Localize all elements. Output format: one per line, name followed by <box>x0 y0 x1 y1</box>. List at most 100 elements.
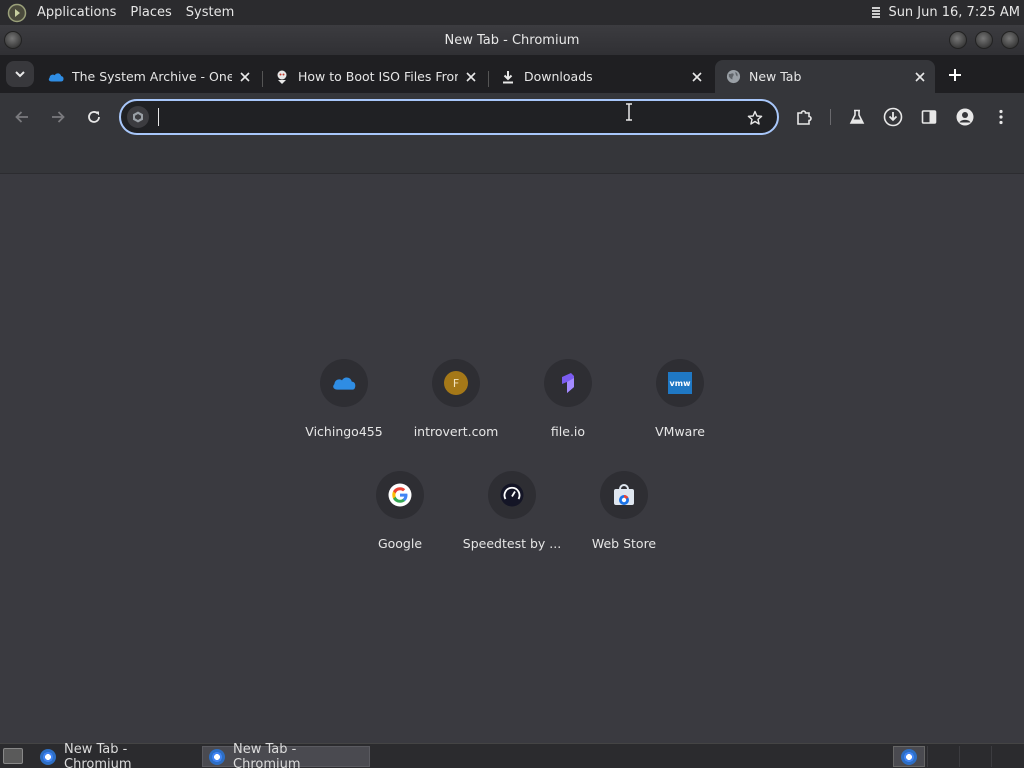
fileio-icon <box>544 359 592 407</box>
show-desktop-icon[interactable] <box>3 748 23 764</box>
clock[interactable]: Sun Jun 16, 7:25 AM <box>888 5 1020 20</box>
flask-icon <box>849 109 865 124</box>
network-icon[interactable] <box>872 6 881 19</box>
arrow-right-icon <box>52 111 65 123</box>
shortcut-label: file.io <box>550 424 586 439</box>
tab-downloads[interactable]: Downloads <box>492 60 712 93</box>
shortcut-label: Vichingo455 <box>305 424 383 439</box>
tab-separator <box>262 71 263 87</box>
text-cursor-icon <box>626 103 632 121</box>
new-tab-page: Vichingo455 F introvert.com file.io vmw … <box>0 175 1024 743</box>
download-icon <box>500 69 516 85</box>
tab-title: The System Archive - OneDrive <box>72 69 232 84</box>
chromium-icon <box>209 748 225 765</box>
menu-system[interactable]: System <box>179 0 241 25</box>
avatar-icon <box>956 108 974 126</box>
downloads-button[interactable] <box>881 105 905 129</box>
vmware-badge: vmw <box>668 372 692 394</box>
shortcut-label: VMware <box>655 424 705 439</box>
speedtest-icon <box>488 471 536 519</box>
new-tab-button[interactable] <box>944 64 966 86</box>
kebab-menu-icon <box>999 109 1003 125</box>
chevron-down-icon <box>15 71 25 78</box>
close-window-button[interactable] <box>1001 31 1019 49</box>
menu-button[interactable] <box>989 105 1013 129</box>
shortcut-tile-google[interactable]: Google <box>344 471 456 571</box>
bookmark-star-icon[interactable] <box>745 108 765 128</box>
google-icon <box>376 471 424 519</box>
labs-button[interactable] <box>845 105 869 129</box>
taskbar-item-chromium-2[interactable]: New Tab - Chromium <box>202 742 370 768</box>
tab-search-button[interactable] <box>6 61 34 87</box>
shortcut-label: Speedtest by ... <box>462 536 562 551</box>
download-circle-icon <box>883 107 903 127</box>
profile-button[interactable] <box>953 105 977 129</box>
shortcut-label: introvert.com <box>413 424 499 439</box>
workspace-slot[interactable] <box>959 746 991 767</box>
minimize-button[interactable] <box>949 31 967 49</box>
close-icon[interactable] <box>911 68 929 86</box>
chromium-icon <box>40 748 56 765</box>
distro-logo-icon[interactable] <box>6 2 28 24</box>
menu-places[interactable]: Places <box>123 0 178 25</box>
shortcut-label: Google <box>377 536 423 551</box>
plus-icon <box>949 69 961 81</box>
site-info-icon[interactable] <box>127 106 149 128</box>
reload-icon <box>88 111 100 123</box>
vmware-icon: vmw <box>656 359 704 407</box>
shortcut-tile-introvert[interactable]: F introvert.com <box>400 359 512 459</box>
top-panel: Applications Places System Sun Jun 16, 7… <box>0 0 1024 25</box>
back-button[interactable] <box>10 105 34 129</box>
shortcut-tile-vmware[interactable]: vmw VMware <box>624 359 736 459</box>
tab-separator <box>488 71 489 87</box>
tab-onedrive[interactable]: The System Archive - OneDrive <box>40 60 260 93</box>
article-icon <box>274 69 290 85</box>
workspace-slot[interactable] <box>991 746 1023 767</box>
close-icon[interactable] <box>688 68 706 86</box>
shortcut-tile-webstore[interactable]: Web Store <box>568 471 680 571</box>
window-menu-button[interactable] <box>4 31 22 49</box>
webstore-icon <box>600 471 648 519</box>
menu-applications[interactable]: Applications <box>30 0 123 25</box>
forward-button[interactable] <box>46 105 70 129</box>
side-panel-icon <box>921 110 937 124</box>
globe-icon <box>725 69 741 85</box>
address-input[interactable] <box>155 105 735 129</box>
bookmark-bar <box>0 141 1024 174</box>
close-icon[interactable] <box>236 68 254 86</box>
taskbar-item-chromium-1[interactable]: New Tab - Chromium <box>34 742 198 768</box>
taskbar-item-label: New Tab - Chromium <box>233 741 301 768</box>
shortcut-tile-fileio[interactable]: file.io <box>512 359 624 459</box>
tab-strip: The System Archive - OneDrive How to Boo… <box>0 55 1024 93</box>
shortcut-label: Web Store <box>591 536 657 551</box>
extensions-button[interactable] <box>792 105 816 129</box>
letter-f-icon: F <box>432 359 480 407</box>
toolbar <box>0 93 1024 141</box>
side-panel-button[interactable] <box>917 105 941 129</box>
reload-button[interactable] <box>82 105 106 129</box>
window-title-bar[interactable]: New Tab - Chromium <box>0 25 1024 55</box>
shortcut-tile-speedtest[interactable]: Speedtest by ... <box>456 471 568 571</box>
taskbar-item-label: New Tab - Chromium <box>64 741 132 768</box>
taskbar: New Tab - Chromium New Tab - Chromium <box>0 742 1024 768</box>
tab-title: Downloads <box>524 69 593 84</box>
maximize-button[interactable] <box>975 31 993 49</box>
text-caret <box>158 108 159 126</box>
toolbar-divider <box>830 109 831 125</box>
address-bar[interactable] <box>119 99 779 135</box>
tab-title: How to Boot ISO Files From <box>298 69 458 84</box>
tab-title: New Tab <box>749 69 802 84</box>
puzzle-icon <box>797 110 812 125</box>
window-title: New Tab - Chromium <box>444 32 580 48</box>
shortcut-tile-vichingo455[interactable]: Vichingo455 <box>288 359 400 459</box>
workspace-switcher-chromium[interactable] <box>893 746 925 767</box>
letter-f-badge: F <box>444 371 468 395</box>
arrow-left-icon <box>15 111 28 123</box>
close-icon[interactable] <box>462 68 480 86</box>
chromium-icon <box>901 748 917 765</box>
onedrive-icon <box>320 359 368 407</box>
workspace-slot[interactable] <box>927 746 959 767</box>
onedrive-icon <box>48 69 64 85</box>
tab-new-tab[interactable]: New Tab <box>715 60 935 93</box>
tab-boot-iso[interactable]: How to Boot ISO Files From <box>266 60 486 93</box>
